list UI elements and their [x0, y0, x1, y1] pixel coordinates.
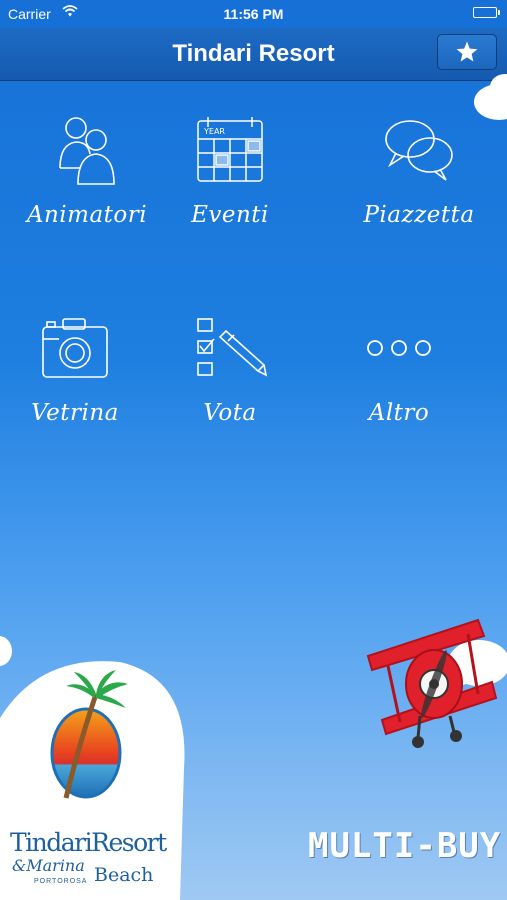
chat-bubbles-icon	[344, 110, 494, 190]
status-bar: Carrier 11:56 PM	[0, 0, 507, 28]
menu-item-label: Vota	[203, 400, 257, 426]
menu-item-altro[interactable]: Altro	[324, 308, 474, 426]
biplane-illustration	[358, 612, 507, 762]
resort-logo: TindariResort &Marina Beach PORTOROSA	[0, 658, 200, 900]
menu-item-label: Vetrina	[31, 400, 119, 426]
star-icon	[456, 41, 478, 62]
menu-item-label: Animatori	[26, 202, 148, 228]
battery-icon	[473, 7, 500, 18]
menu-item-label: Altro	[368, 400, 430, 426]
people-icon	[12, 110, 162, 190]
camera-icon	[0, 308, 150, 388]
favorite-button[interactable]	[437, 34, 497, 70]
menu-item-label: Eventi	[191, 202, 269, 228]
sponsor-logo: MULTI-BUY	[308, 826, 502, 866]
page-title: Tindari Resort	[172, 40, 335, 67]
menu-item-label: Piazzetta	[363, 202, 475, 228]
svg-text:YEAR: YEAR	[203, 127, 225, 136]
more-icon	[324, 308, 474, 388]
navigation-bar: Tindari Resort	[0, 28, 507, 81]
menu-item-eventi[interactable]: YEAR Eventi	[155, 110, 305, 228]
clock: 11:56 PM	[223, 6, 284, 22]
menu-item-vota[interactable]: Vota	[155, 308, 305, 426]
checklist-icon	[155, 308, 305, 388]
logo-wordmark: TindariResort &Marina Beach PORTOROSA	[10, 828, 167, 887]
menu-item-piazzetta[interactable]: Piazzetta	[344, 110, 494, 228]
menu-item-animatori[interactable]: Animatori	[12, 110, 162, 228]
menu-item-vetrina[interactable]: Vetrina	[0, 308, 150, 426]
calendar-icon: YEAR	[155, 110, 305, 190]
